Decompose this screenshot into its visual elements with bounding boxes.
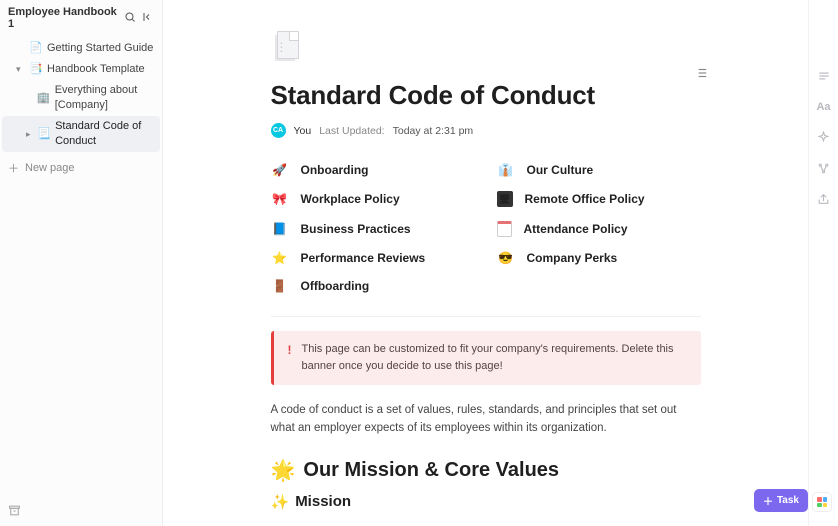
last-updated-value: Today at 2:31 pm (393, 125, 474, 137)
sections-grid: 🚀 Onboarding 👔 Our Culture 🎀 Workplace Policy… (271, 160, 701, 296)
section-label: Attendance Policy (524, 222, 628, 236)
new-task-button[interactable]: ＋ Task (754, 489, 808, 512)
banner-text: This page can be customized to fit your … (302, 341, 687, 375)
page-type-icon: 📃 (37, 127, 50, 142)
sparkles-icon: ✨ (271, 493, 290, 511)
section-label: Workplace Policy (301, 192, 400, 206)
section-emoji-icon: 👔 (497, 163, 515, 177)
section-link[interactable]: 🖥 Remote Office Policy (497, 188, 701, 210)
heading2-text: Our Mission & Core Values (303, 459, 559, 482)
apps-button[interactable] (812, 492, 832, 512)
archive-icon[interactable] (8, 504, 21, 520)
page-type-icon: 🏢 (37, 91, 50, 106)
sidebar-item[interactable]: ▸ 📃 Standard Code of Conduct (2, 116, 160, 152)
section-emoji-icon: 📘 (271, 222, 289, 236)
heading3-text: Mission (295, 493, 351, 510)
section-label: Remote Office Policy (525, 192, 645, 206)
sidebar-item[interactable]: ▾ 📑 Handbook Template (2, 59, 160, 80)
plus-icon: ＋ (8, 160, 19, 176)
section-label: Business Practices (301, 222, 411, 236)
sidebar-item[interactable]: 🏢 Everything about [Company] (2, 80, 160, 116)
chevron-icon[interactable]: ▾ (16, 62, 24, 77)
page-title[interactable]: Standard Code of Conduct (271, 80, 701, 111)
section-emoji-icon: 🚪 (271, 279, 289, 293)
section-link[interactable]: 📘 Business Practices (271, 218, 475, 240)
new-page-label: New page (25, 162, 75, 174)
share-icon[interactable] (816, 192, 831, 207)
section-link[interactable]: ⭐ Performance Reviews (271, 248, 475, 268)
plus-icon: ＋ (763, 493, 773, 508)
last-updated-label: Last Updated: (319, 125, 384, 137)
intro-paragraph[interactable]: A code of conduct is a set of values, ru… (271, 401, 701, 438)
page-icon[interactable] (271, 28, 305, 62)
section-link[interactable]: 🚪 Offboarding (271, 276, 475, 296)
info-banner[interactable]: ! This page can be customized to fit you… (271, 331, 701, 385)
right-rail: Aa (808, 0, 838, 526)
task-button-label: Task (777, 495, 799, 506)
settings-icon[interactable] (816, 68, 831, 83)
ai-icon[interactable] (816, 130, 831, 145)
section-label: Company Perks (527, 251, 618, 265)
main-content: Standard Code of Conduct CA You Last Upd… (163, 0, 808, 526)
divider (271, 316, 701, 317)
heading-mission-values[interactable]: 🌟 Our Mission & Core Values (271, 458, 701, 483)
subheading-mission[interactable]: ✨ Mission (271, 493, 701, 511)
section-link[interactable]: 👔 Our Culture (497, 160, 701, 180)
table-of-contents-icon[interactable] (694, 66, 708, 83)
calendar-icon (497, 221, 512, 237)
sidebar-item-label: Getting Started Guide (47, 41, 153, 56)
sidebar-item-label: Handbook Template (47, 62, 145, 77)
section-link[interactable]: Attendance Policy (497, 218, 701, 240)
section-emoji-icon: 😎 (497, 251, 515, 265)
sidebar-item-label: Standard Code of Conduct (55, 119, 154, 149)
page-type-icon: 📑 (29, 62, 42, 77)
author-avatar[interactable]: CA (271, 123, 286, 138)
sparkle-icon: 🌟 (271, 458, 296, 483)
section-link[interactable]: 😎 Company Perks (497, 248, 701, 268)
section-label: Performance Reviews (301, 251, 426, 265)
collapse-sidebar-icon[interactable] (142, 11, 154, 26)
section-label: Onboarding (301, 163, 369, 177)
monitor-icon: 🖥 (497, 191, 513, 207)
page-meta: CA You Last Updated: Today at 2:31 pm (271, 123, 701, 138)
section-emoji-icon: 🚀 (271, 163, 289, 177)
workspace-title[interactable]: Employee Handbook 1 (8, 6, 124, 30)
sidebar-item[interactable]: 📄 Getting Started Guide (2, 38, 160, 59)
typography-icon[interactable]: Aa (816, 99, 831, 114)
search-icon[interactable] (124, 11, 136, 26)
page-tree: 📄 Getting Started Guide ▾ 📑 Handbook Templat… (0, 36, 162, 154)
relationships-icon[interactable] (816, 161, 831, 176)
warning-icon: ! (288, 341, 292, 375)
section-emoji-icon: ⭐ (271, 251, 289, 265)
section-label: Our Culture (527, 163, 594, 177)
page-type-icon: 📄 (29, 41, 42, 56)
section-emoji-icon: 🎀 (271, 192, 289, 206)
sidebar: Employee Handbook 1 📄 Getting Started Gui… (0, 0, 163, 526)
section-label: Offboarding (301, 279, 370, 293)
chevron-icon[interactable]: ▸ (26, 127, 32, 142)
author-label: You (294, 125, 312, 137)
sidebar-header: Employee Handbook 1 (0, 0, 162, 36)
section-link[interactable]: 🚀 Onboarding (271, 160, 475, 180)
new-page-button[interactable]: ＋ New page (0, 156, 162, 180)
sidebar-item-label: Everything about [Company] (55, 83, 154, 113)
section-link[interactable]: 🎀 Workplace Policy (271, 188, 475, 210)
